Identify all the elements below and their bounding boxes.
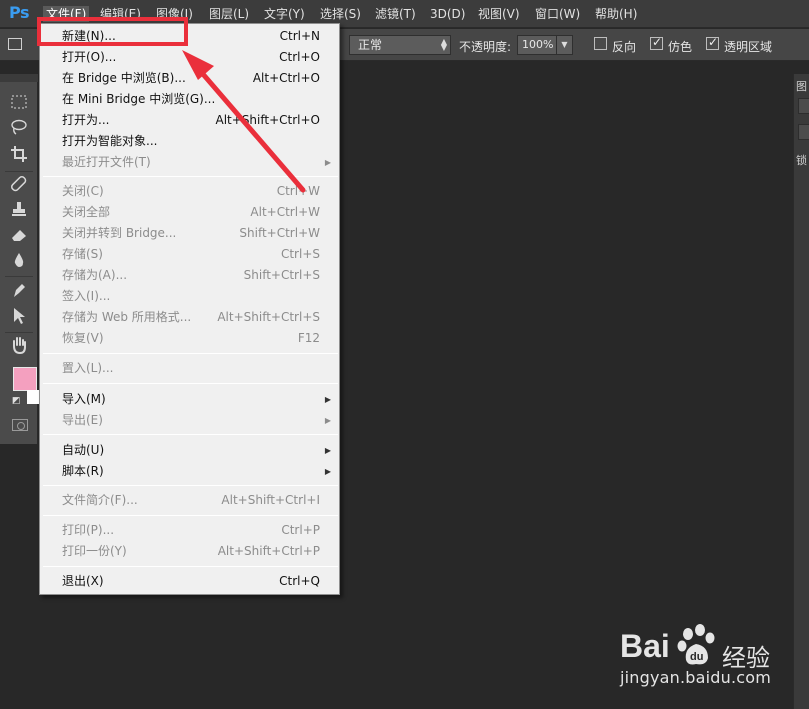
svg-text:du: du	[690, 651, 703, 663]
watermark-brand-prefix: Bai	[620, 628, 670, 664]
watermark-url: jingyan.baidu.com	[620, 668, 772, 687]
baidu-jingyan-watermark: Bai du 经验 jingyan.baidu.com	[620, 624, 772, 694]
baidu-paw-icon: du	[677, 624, 715, 665]
annotation-arrow-icon	[182, 50, 306, 193]
